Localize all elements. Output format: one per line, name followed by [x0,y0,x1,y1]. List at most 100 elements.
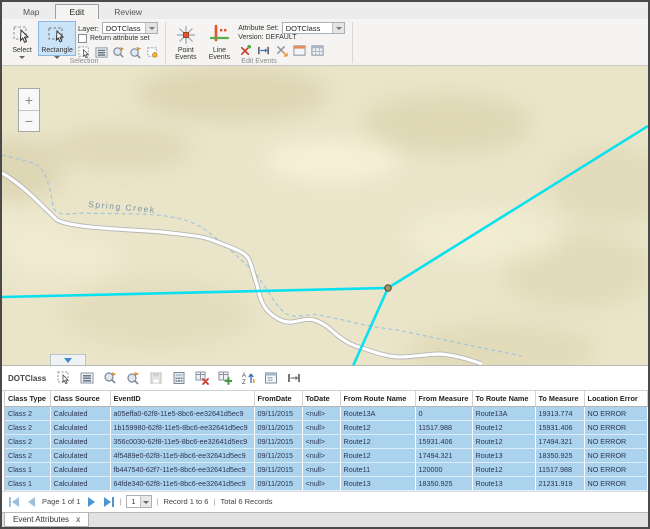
table-cell[interactable]: 09/11/2015 [254,476,302,490]
tab-event-attributes[interactable]: Event Attributes x [4,513,89,528]
table-cell[interactable]: NO ERROR [584,476,647,490]
table-cell[interactable]: Route12 [472,434,535,448]
select-button[interactable]: Select [6,21,38,56]
sort-icon[interactable]: AZ [240,370,256,386]
selection-list-icon[interactable] [95,45,108,59]
point-events-button[interactable]: Point Events [169,21,203,56]
table-cell[interactable]: Route12 [472,462,535,476]
table-cell[interactable]: 18350.925 [535,448,584,462]
table-row[interactable]: Class 2Calculated356c0030-62f8-11e5-8bc6… [5,434,647,448]
table-cell[interactable]: 15931.406 [535,420,584,434]
table-cell[interactable]: Route13A [472,406,535,420]
table-cell[interactable]: Calculated [50,420,110,434]
table-cell[interactable]: Class 2 [5,420,50,434]
delete-event-icon[interactable] [238,43,252,57]
table-cell[interactable]: 09/11/2015 [254,448,302,462]
column-header[interactable]: To Route Name [472,391,535,406]
offset-event-icon[interactable] [256,43,270,57]
page-number-dropdown[interactable]: 1 [126,495,151,508]
table-row[interactable]: Class 2Calculateda05effa0-62f8-11e5-8bc6… [5,406,647,420]
zoom-in-button[interactable]: + [19,89,39,110]
collapse-panel-button[interactable] [50,354,86,365]
table-cell[interactable]: Calculated [50,434,110,448]
tab-edit[interactable]: Edit [55,4,100,19]
table-row[interactable]: Class 2Calculated4f5489e0-62f8-11e5-8bc6… [5,448,647,462]
column-header[interactable]: FromDate [254,391,302,406]
table-cell[interactable]: 09/11/2015 [254,462,302,476]
page-number-caret[interactable] [140,496,151,507]
column-header[interactable]: Class Type [5,391,50,406]
table-cell[interactable]: 4f5489e0-62f8-11e5-8bc6-ee32641d5ec9 [110,448,254,462]
table-cell[interactable]: Route11 [340,462,415,476]
clear-selection-icon[interactable] [146,45,159,59]
table-cell[interactable]: NO ERROR [584,434,647,448]
rectangle-button[interactable]: Rectangle [38,21,76,56]
column-header[interactable]: EventID [110,391,254,406]
split-event-icon[interactable] [274,43,288,57]
table-cell[interactable]: 17494.321 [415,448,472,462]
table-cell[interactable]: 18350.925 [415,476,472,490]
event-table-icon[interactable] [310,43,324,57]
line-events-button[interactable]: Line Events [203,21,237,56]
first-page-icon[interactable] [8,496,20,508]
table-cell[interactable]: NO ERROR [584,406,647,420]
event-dialog-icon[interactable] [292,43,306,57]
select-by-rectangle-icon[interactable] [56,370,72,386]
table-cell[interactable]: 120000 [415,462,472,476]
column-header[interactable]: Location Error [584,391,647,406]
table-cell[interactable]: NO ERROR [584,462,647,476]
table-cell[interactable]: NO ERROR [584,420,647,434]
attribute-window-icon[interactable] [263,370,279,386]
table-cell[interactable]: 15931.406 [415,434,472,448]
table-cell[interactable]: a05effa0-62f8-11e5-8bc6-ee32641d5ec9 [110,406,254,420]
table-cell[interactable]: Class 2 [5,448,50,462]
add-record-icon[interactable] [217,370,233,386]
last-page-icon[interactable] [102,496,114,508]
table-cell[interactable]: <null> [302,462,340,476]
layer-dropdown-caret[interactable] [145,23,157,33]
table-row[interactable]: Class 1Calculated64fde340-62f8-11e5-8bc6… [5,476,647,490]
column-header[interactable]: Class Source [50,391,110,406]
table-cell[interactable]: Route13 [472,476,535,490]
table-cell[interactable]: Route12 [340,434,415,448]
column-header[interactable]: From Route Name [340,391,415,406]
table-cell[interactable]: Route12 [472,420,535,434]
table-cell[interactable]: 17494.321 [535,434,584,448]
table-cell[interactable]: <null> [302,434,340,448]
table-cell[interactable]: <null> [302,420,340,434]
table-cell[interactable]: 09/11/2015 [254,420,302,434]
table-cell[interactable]: Calculated [50,476,110,490]
return-attribute-set-checkbox[interactable] [78,34,87,43]
table-cell[interactable]: 64fde340-62f8-11e5-8bc6-ee32641d5ec9 [110,476,254,490]
column-header[interactable]: To Measure [535,391,584,406]
zoom-to-icon[interactable] [102,370,118,386]
table-cell[interactable]: 1b159980-62f8-11e5-8bc6-ee32641d5ec9 [110,420,254,434]
table-cell[interactable]: Route12 [340,448,415,462]
table-cell[interactable]: 09/11/2015 [254,434,302,448]
pan-to-selection-icon[interactable] [129,45,142,59]
table-cell[interactable]: Class 1 [5,476,50,490]
table-cell[interactable]: Route13 [340,476,415,490]
table-cell[interactable]: Class 1 [5,462,50,476]
table-row[interactable]: Class 2Calculated1b159980-62f8-11e5-8bc6… [5,420,647,434]
offset-icon[interactable] [286,370,302,386]
attribute-set-dropdown-caret[interactable] [332,23,344,33]
select-by-rectangle-icon[interactable] [78,45,91,59]
table-cell[interactable]: NO ERROR [584,448,647,462]
attribute-set-dropdown[interactable]: DOTClass [282,22,345,34]
map-canvas[interactable]: Spring Creek + − [2,66,648,366]
table-cell[interactable]: 0 [415,406,472,420]
table-cell[interactable]: fb447540-62f7-11e5-8bc6-ee32641d5ec9 [110,462,254,476]
selection-list-icon[interactable] [79,370,95,386]
zoom-out-button[interactable]: − [19,110,39,131]
zoom-to-selection-icon[interactable] [112,45,125,59]
table-cell[interactable]: 11517.988 [535,462,584,476]
table-cell[interactable]: Calculated [50,462,110,476]
next-page-icon[interactable] [85,496,97,508]
table-cell[interactable]: <null> [302,448,340,462]
tab-review[interactable]: Review [99,4,157,19]
tab-map[interactable]: Map [8,4,55,19]
route-junction-marker[interactable] [385,285,391,291]
table-cell[interactable]: Calculated [50,448,110,462]
table-cell[interactable]: Calculated [50,406,110,420]
